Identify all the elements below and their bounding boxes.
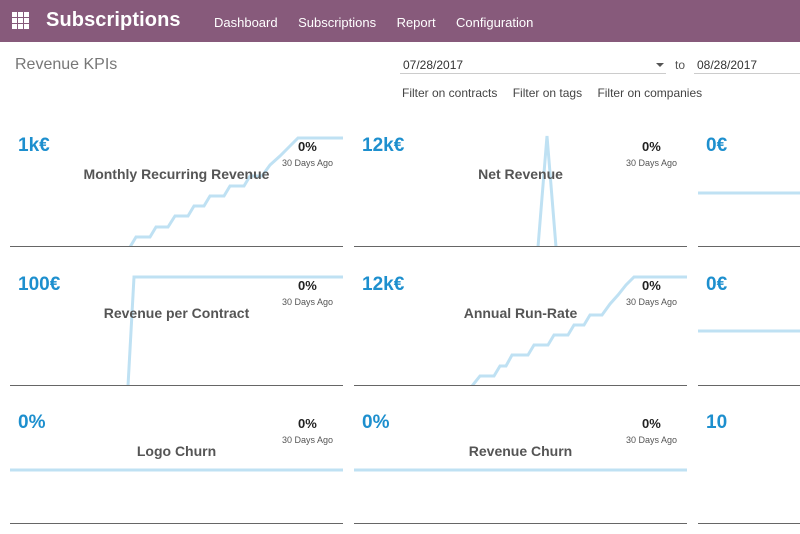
- start-date-select[interactable]: 07/28/2017: [400, 56, 666, 74]
- filter-tags-link[interactable]: Filter on tags: [513, 86, 582, 100]
- kpi-value: 12k€: [362, 135, 405, 156]
- kpi-change-percent: 0%: [298, 278, 317, 293]
- kpi-value: 10: [706, 412, 728, 433]
- kpi-change-percent: 0%: [298, 416, 317, 431]
- card-divider: [698, 246, 800, 247]
- end-date-input[interactable]: 08/28/2017: [694, 56, 800, 74]
- top-navbar: Subscriptions Dashboard Subscriptions Re…: [0, 0, 800, 42]
- revenue-churn-sparkline: [354, 468, 687, 472]
- card-divider: [698, 523, 800, 524]
- kpi-value: 0€: [706, 135, 728, 156]
- kpi-period-label: 30 Days Ago: [626, 158, 678, 168]
- apps-grid-icon[interactable]: [12, 12, 29, 29]
- filter-companies-link[interactable]: Filter on companies: [597, 86, 702, 100]
- kpi-title: Net Revenue: [478, 166, 563, 182]
- menu-item-report[interactable]: Report: [397, 15, 436, 30]
- kpi-period-label: 30 Days Ago: [282, 435, 334, 445]
- kpi-title: Revenue per Contract: [103, 305, 250, 321]
- kpi-card-revenue-per-contract[interactable]: 100€ Revenue per Contract 0% 30 Days Ago: [10, 259, 343, 386]
- filter-bar: Filter on contracts Filter on tags Filte…: [402, 86, 714, 100]
- kpi-card-annual-run-rate[interactable]: 12k€ Annual Run-Rate 0% 30 Days Ago: [354, 259, 687, 386]
- menu-item-subscriptions[interactable]: Subscriptions: [298, 15, 376, 30]
- kpi-period-label: 30 Days Ago: [626, 435, 678, 445]
- kpi-card-revenue-churn[interactable]: 0% Revenue Churn 0% 30 Days Ago: [354, 397, 687, 524]
- kpi-change-percent: 0%: [642, 139, 661, 154]
- kpi-title: Monthly Recurring Revenue: [83, 166, 270, 182]
- kpi-title: Logo Churn: [136, 443, 217, 459]
- card-divider: [10, 523, 343, 524]
- kpi-card-partial-2[interactable]: 0€: [698, 259, 800, 386]
- kpi-period-label: 30 Days Ago: [282, 297, 334, 307]
- card-divider: [354, 246, 687, 247]
- kpi-change-percent: 0%: [298, 139, 317, 154]
- kpi-period-label: 30 Days Ago: [282, 158, 334, 168]
- mrr-sparkline: [128, 136, 343, 247]
- card-divider: [10, 246, 343, 247]
- kpi-value: 0%: [18, 412, 46, 433]
- kpi-card-partial-1[interactable]: 0€: [698, 120, 800, 247]
- main-menu: Dashboard Subscriptions Report Configura…: [214, 14, 549, 32]
- kpi-period-label: 30 Days Ago: [626, 297, 678, 307]
- card-divider: [10, 385, 343, 386]
- end-date-value: 08/28/2017: [697, 58, 758, 72]
- logo-churn-sparkline: [10, 468, 343, 472]
- chevron-down-icon: [656, 63, 664, 67]
- card-divider: [354, 523, 687, 524]
- kpi-change-percent: 0%: [642, 416, 661, 431]
- kpi-value: 1k€: [18, 135, 50, 156]
- kpi-value: 12k€: [362, 274, 405, 295]
- card-divider: [354, 385, 687, 386]
- menu-item-dashboard[interactable]: Dashboard: [214, 15, 278, 30]
- card-divider: [698, 385, 800, 386]
- filter-contracts-link[interactable]: Filter on contracts: [402, 86, 497, 100]
- kpi-card-net-revenue[interactable]: 12k€ Net Revenue 0% 30 Days Ago: [354, 120, 687, 247]
- kpi-card-partial-3[interactable]: 10: [698, 397, 800, 524]
- start-date-value: 07/28/2017: [403, 58, 464, 72]
- app-title: Subscriptions: [46, 9, 181, 31]
- kpi-value: 100€: [18, 274, 61, 295]
- kpi-title: Annual Run-Rate: [463, 305, 578, 321]
- kpi-change-percent: 0%: [642, 278, 661, 293]
- page-title: Revenue KPIs: [15, 56, 118, 73]
- kpi-card-logo-churn[interactable]: 0% Logo Churn 0% 30 Days Ago: [10, 397, 343, 524]
- date-range-to-label: to: [675, 58, 686, 72]
- kpi-card-mrr[interactable]: 1k€ Monthly Recurring Revenue 0% 30 Days…: [10, 120, 343, 247]
- menu-item-configuration[interactable]: Configuration: [456, 15, 533, 30]
- kpi-value: 0€: [706, 274, 728, 295]
- kpi-title: Revenue Churn: [468, 443, 573, 459]
- kpi-value: 0%: [362, 412, 390, 433]
